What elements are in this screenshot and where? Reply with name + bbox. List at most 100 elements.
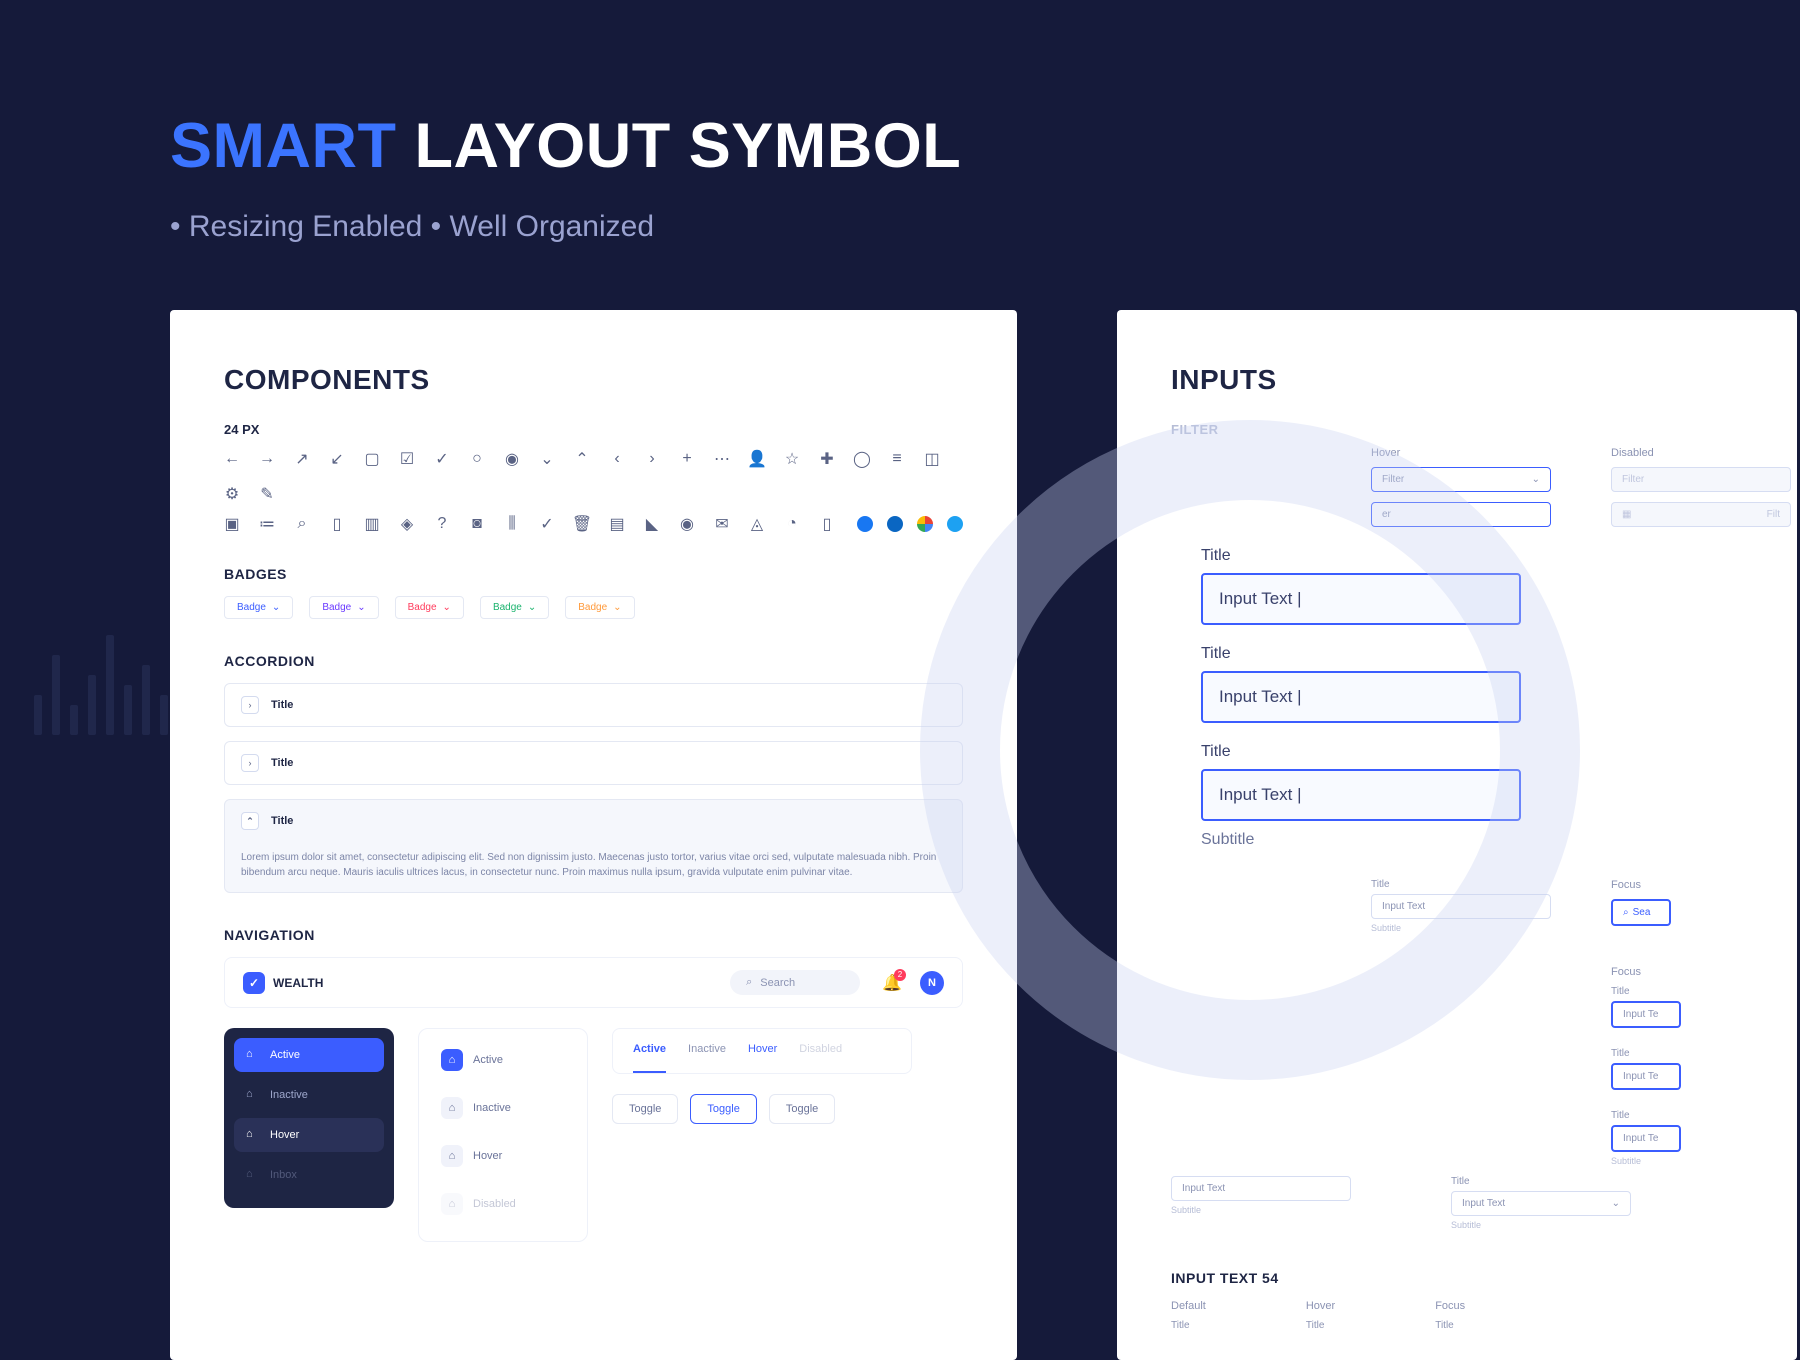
user-add-icon[interactable]: 👤 (749, 451, 765, 467)
chart-icon[interactable]: ▥ (364, 516, 380, 532)
badge[interactable]: Badge⌄ (395, 596, 464, 619)
small-select[interactable]: Input Text ⌄ (1451, 1191, 1631, 1216)
avatar[interactable]: N (920, 971, 944, 995)
trash-icon[interactable]: 🗑 (574, 516, 590, 532)
bell-icon[interactable]: ◬ (749, 516, 765, 532)
toggle-button[interactable]: Toggle (612, 1094, 678, 1124)
check-circle-icon[interactable]: ✓ (539, 516, 555, 532)
small-input-focus[interactable]: Input Te (1611, 1001, 1681, 1028)
components-title: COMPONENTS (224, 364, 963, 396)
badge[interactable]: Badge⌄ (565, 596, 634, 619)
sidenav-item[interactable]: ⌂Inbox (234, 1158, 384, 1192)
search-input-focus[interactable]: ⌕ Sea (1611, 899, 1671, 926)
sidenav-item[interactable]: ⌂Inactive (234, 1078, 384, 1112)
star-icon[interactable]: ☆ (784, 451, 800, 467)
small-input-focus-2[interactable]: Input Te (1611, 1063, 1681, 1090)
chevron-left-icon[interactable]: ‹ (609, 451, 625, 467)
toggle-button[interactable]: Toggle (690, 1094, 756, 1124)
briefcase-icon[interactable]: ▣ (224, 516, 240, 532)
bars-icon[interactable]: ⫼ (504, 516, 520, 532)
google-icon[interactable] (917, 516, 933, 532)
graduation-icon[interactable]: ◈ (399, 516, 415, 532)
badge[interactable]: Badge⌄ (224, 596, 293, 619)
help-icon[interactable]: ? (434, 516, 450, 532)
document-icon[interactable]: ▯ (329, 516, 345, 532)
linkedin-icon[interactable] (887, 516, 903, 532)
facebook-icon[interactable] (857, 516, 873, 532)
sidenav-item[interactable]: ⌂Hover (234, 1118, 384, 1152)
tab-inactive[interactable]: Inactive (688, 1043, 726, 1059)
small-title: Title (1611, 1110, 1681, 1121)
gear-icon[interactable]: ⚙ (224, 486, 240, 502)
chevron-up-icon[interactable]: ⌃ (241, 812, 259, 830)
accordion-item-closed-1[interactable]: › Title (224, 683, 963, 727)
accordion-item-open[interactable]: ⌃ Title Lorem ipsum dolor sit amet, cons… (224, 799, 963, 893)
list-icon[interactable]: ≔ (259, 516, 275, 532)
text-input-focus[interactable]: Input Text | (1201, 671, 1521, 723)
arrow-left-icon[interactable]: ← (224, 451, 240, 467)
radio-icon[interactable]: ◉ (504, 451, 520, 467)
background-bars (34, 635, 168, 735)
menu-icon[interactable]: ≡ (889, 451, 905, 467)
calendar-icon[interactable]: ◫ (924, 451, 940, 467)
toggle-button[interactable]: Toggle (769, 1094, 835, 1124)
user-circle-icon[interactable]: ◯ (854, 451, 870, 467)
text-input-focus[interactable]: Input Text | (1201, 573, 1521, 625)
checkbox-icon[interactable]: ☑ (399, 451, 415, 467)
arrow-right-icon[interactable]: → (259, 451, 275, 467)
chevron-right-icon[interactable]: › (241, 754, 259, 772)
accordion-item-closed-2[interactable]: › Title (224, 741, 963, 785)
home-icon: ⌂ (246, 1088, 260, 1102)
sidenav-item[interactable]: ⌂Disabled (429, 1183, 577, 1225)
small-input[interactable]: Input Text (1371, 894, 1551, 919)
search-input[interactable]: ⌕ Search (730, 970, 860, 995)
input-group: Title Input Text |Subtitle (1201, 743, 1777, 849)
page-icon[interactable]: ▯ (819, 516, 835, 532)
chevron-down-icon: ⌄ (357, 602, 365, 613)
input-group: Title Input Text | (1201, 547, 1777, 625)
circle-icon[interactable]: ○ (469, 451, 485, 467)
brand-logo[interactable]: ✓ WEALTH (243, 972, 323, 994)
avatar-letter: N (928, 977, 936, 989)
eye-icon[interactable]: ◉ (679, 516, 695, 532)
badge[interactable]: Badge⌄ (480, 596, 549, 619)
arrow-up-right-icon[interactable]: ↗ (294, 451, 310, 467)
search-icon[interactable]: ⌕ (294, 516, 310, 532)
camera-icon[interactable]: ◙ (469, 516, 485, 532)
chevron-right-icon[interactable]: › (644, 451, 660, 467)
filter-select-hover[interactable]: Filter ⌄ (1371, 467, 1551, 492)
contact-icon[interactable]: ▤ (609, 516, 625, 532)
filter-date-disabled: ▦ Filt (1611, 502, 1791, 527)
arrow-down-left-icon[interactable]: ↙ (329, 451, 345, 467)
badge[interactable]: Badge⌄ (309, 596, 378, 619)
tab-hover[interactable]: Hover (748, 1043, 777, 1059)
tag-icon[interactable]: ◣ (644, 516, 660, 532)
chevron-up-icon[interactable]: ⌃ (574, 451, 590, 467)
text-input-focus[interactable]: Input Text | (1201, 769, 1521, 821)
small-input-plain[interactable]: Input Text (1171, 1176, 1351, 1201)
sidenav-item[interactable]: ⌂Hover (429, 1135, 577, 1177)
sidenav-item[interactable]: ⌂Inactive (429, 1087, 577, 1129)
accordion-title: Title (271, 699, 293, 711)
edit-icon[interactable]: ✎ (259, 486, 275, 502)
state-disabled: Disabled (1611, 447, 1791, 459)
chevron-right-icon[interactable]: › (241, 696, 259, 714)
search-icon: ⌕ (746, 976, 752, 989)
chevron-down-icon[interactable]: ⌄ (539, 451, 555, 467)
tab-active[interactable]: Active (633, 1043, 666, 1059)
mail-icon[interactable]: ✉ (714, 516, 730, 532)
notifications-button[interactable]: 🔔 2 (882, 973, 902, 993)
check-icon[interactable]: ✓ (434, 451, 450, 467)
sidenav-item[interactable]: ⌂Active (429, 1039, 577, 1081)
twitter-icon[interactable] (947, 516, 963, 532)
sidenav-item[interactable]: ⌂Active (234, 1038, 384, 1072)
dots-icon[interactable]: ⋯ (714, 451, 730, 467)
filter-select-hover-2[interactable]: er (1371, 502, 1551, 527)
plus-bold-icon[interactable]: ✚ (819, 451, 835, 467)
small-input-focus-3[interactable]: Input Te (1611, 1125, 1681, 1152)
small-title: Title (1611, 1048, 1681, 1059)
plus-icon[interactable]: + (679, 451, 695, 467)
tab-disabled[interactable]: Disabled (799, 1043, 842, 1059)
pie-icon[interactable]: ◔ (784, 516, 800, 532)
square-icon[interactable]: ▢ (364, 451, 380, 467)
